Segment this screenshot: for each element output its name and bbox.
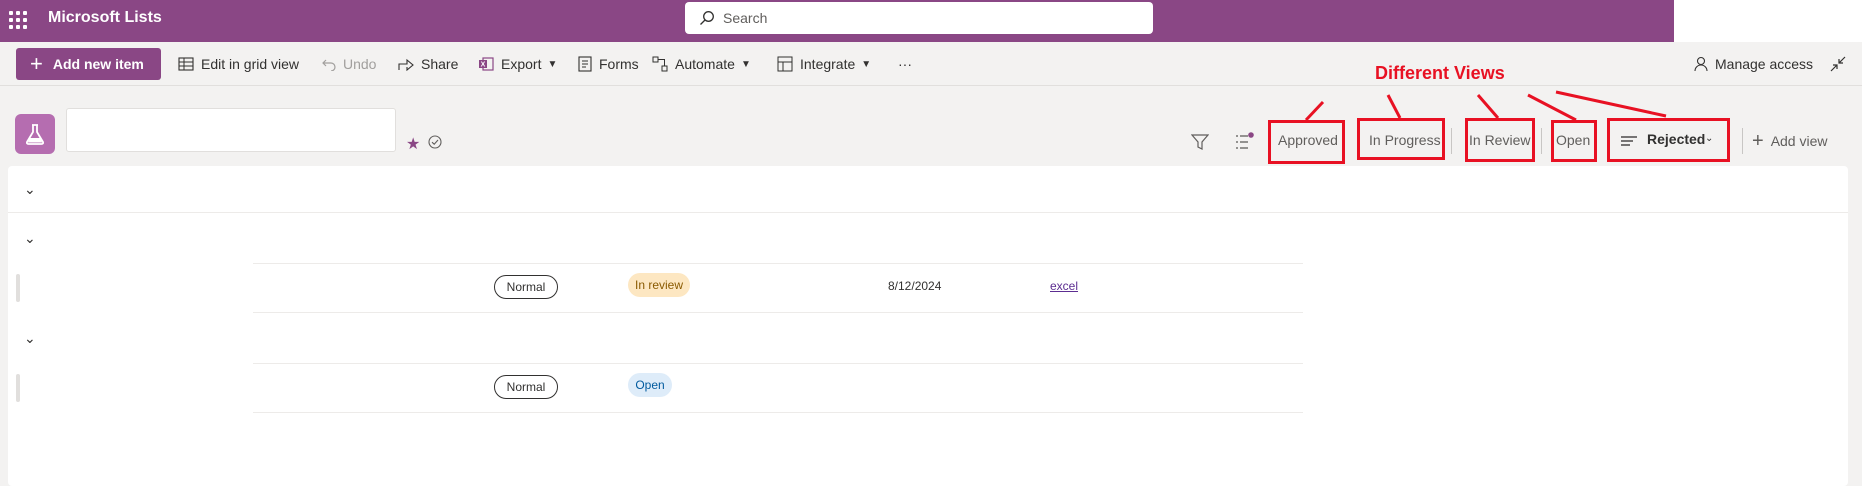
suite-bar-blank — [1674, 0, 1862, 42]
share-label: Share — [421, 56, 459, 72]
list-title-field[interactable] — [66, 108, 396, 152]
filter-icon[interactable] — [1190, 133, 1210, 156]
group-collapse-chevron-icon[interactable]: ⌄ — [24, 330, 36, 347]
add-view-label: Add view — [1770, 133, 1828, 149]
priority-pill: Normal — [494, 275, 558, 299]
row-divider — [253, 412, 1303, 413]
collapse-icon[interactable] — [1830, 52, 1853, 76]
chevron-down-icon: ▼ — [861, 58, 872, 70]
export-label: Export — [501, 56, 542, 72]
group-collapse-chevron-icon[interactable]: ⌄ — [24, 181, 36, 198]
forms-icon — [578, 56, 592, 72]
row-divider — [253, 312, 1303, 313]
undo-label: Undo — [343, 56, 377, 72]
manage-access-button[interactable]: Manage access — [1694, 52, 1813, 76]
app-launcher-icon[interactable] — [6, 8, 28, 30]
share-icon — [398, 58, 414, 71]
date-cell: 8/12/2024 — [888, 279, 942, 293]
group-collapse-chevron-icon[interactable]: ⌄ — [24, 230, 36, 247]
view-separator — [1742, 128, 1743, 154]
add-new-item-label: Add new item — [52, 56, 144, 72]
grid-icon — [178, 57, 194, 71]
annotation-arrows — [1304, 90, 1667, 122]
plus-icon: + — [30, 51, 43, 76]
excel-icon: X — [479, 57, 494, 71]
forms-button[interactable]: Forms — [578, 52, 639, 76]
list-canvas — [8, 166, 1848, 486]
sync-status-icon — [428, 135, 442, 154]
view-options-icon[interactable] — [1234, 132, 1254, 157]
status-pill: In review — [628, 273, 690, 297]
edit-grid-view-label: Edit in grid view — [201, 56, 300, 72]
search-box[interactable]: Search — [685, 2, 1153, 34]
priority-pill: Normal — [494, 375, 558, 399]
integrate-button[interactable]: Integrate ▼ — [777, 52, 871, 76]
integrate-label: Integrate — [800, 56, 856, 72]
row-divider — [253, 363, 1303, 364]
list-icon — [15, 114, 55, 154]
chevron-down-icon: ▼ — [547, 58, 558, 70]
view-tab-open[interactable]: Open — [1556, 132, 1590, 148]
app-title[interactable]: Microsoft Lists — [48, 9, 162, 27]
star-icon[interactable]: ★ — [406, 134, 420, 154]
chevron-down-icon[interactable]: ⌄ — [1705, 133, 1713, 144]
row-selector[interactable] — [16, 374, 20, 402]
add-view-button[interactable]: + Add view — [1752, 131, 1828, 151]
automate-icon — [652, 56, 668, 72]
search-icon — [700, 11, 714, 25]
chevron-down-icon: ▼ — [740, 58, 751, 70]
plus-icon: + — [1752, 130, 1764, 152]
row-selector[interactable] — [16, 274, 20, 302]
header-divider — [8, 212, 1848, 213]
flask-icon — [26, 124, 44, 145]
manage-access-label: Manage access — [1715, 56, 1814, 72]
search-input[interactable]: Search — [723, 10, 767, 26]
list-view-icon — [1621, 134, 1637, 152]
view-tab-approved[interactable]: Approved — [1278, 132, 1338, 148]
view-tab-in-review[interactable]: In Review — [1469, 132, 1530, 148]
view-tab-rejected[interactable]: Rejected — [1647, 131, 1705, 147]
person-icon — [1694, 56, 1708, 72]
attachment-link[interactable]: excel — [1050, 279, 1078, 293]
view-separator — [1451, 128, 1452, 154]
more-options-button[interactable]: ··· — [898, 52, 912, 76]
share-button[interactable]: Share — [398, 52, 458, 76]
automate-button[interactable]: Automate ▼ — [652, 52, 751, 76]
edit-grid-view-button[interactable]: Edit in grid view — [178, 52, 299, 76]
export-button[interactable]: X Export ▼ — [478, 52, 557, 76]
view-separator — [1541, 128, 1542, 154]
svg-text:X: X — [481, 62, 486, 69]
add-new-item-button[interactable]: + Add new item — [16, 48, 161, 80]
automate-label: Automate — [675, 56, 735, 72]
integrate-icon — [777, 56, 793, 72]
status-pill: Open — [628, 373, 672, 397]
row-divider — [253, 263, 1303, 264]
view-tab-in-progress[interactable]: In Progress — [1369, 132, 1441, 148]
undo-icon — [322, 59, 336, 71]
forms-label: Forms — [599, 56, 639, 72]
undo-button[interactable]: Undo — [322, 52, 376, 76]
header-mask — [60, 166, 188, 216]
